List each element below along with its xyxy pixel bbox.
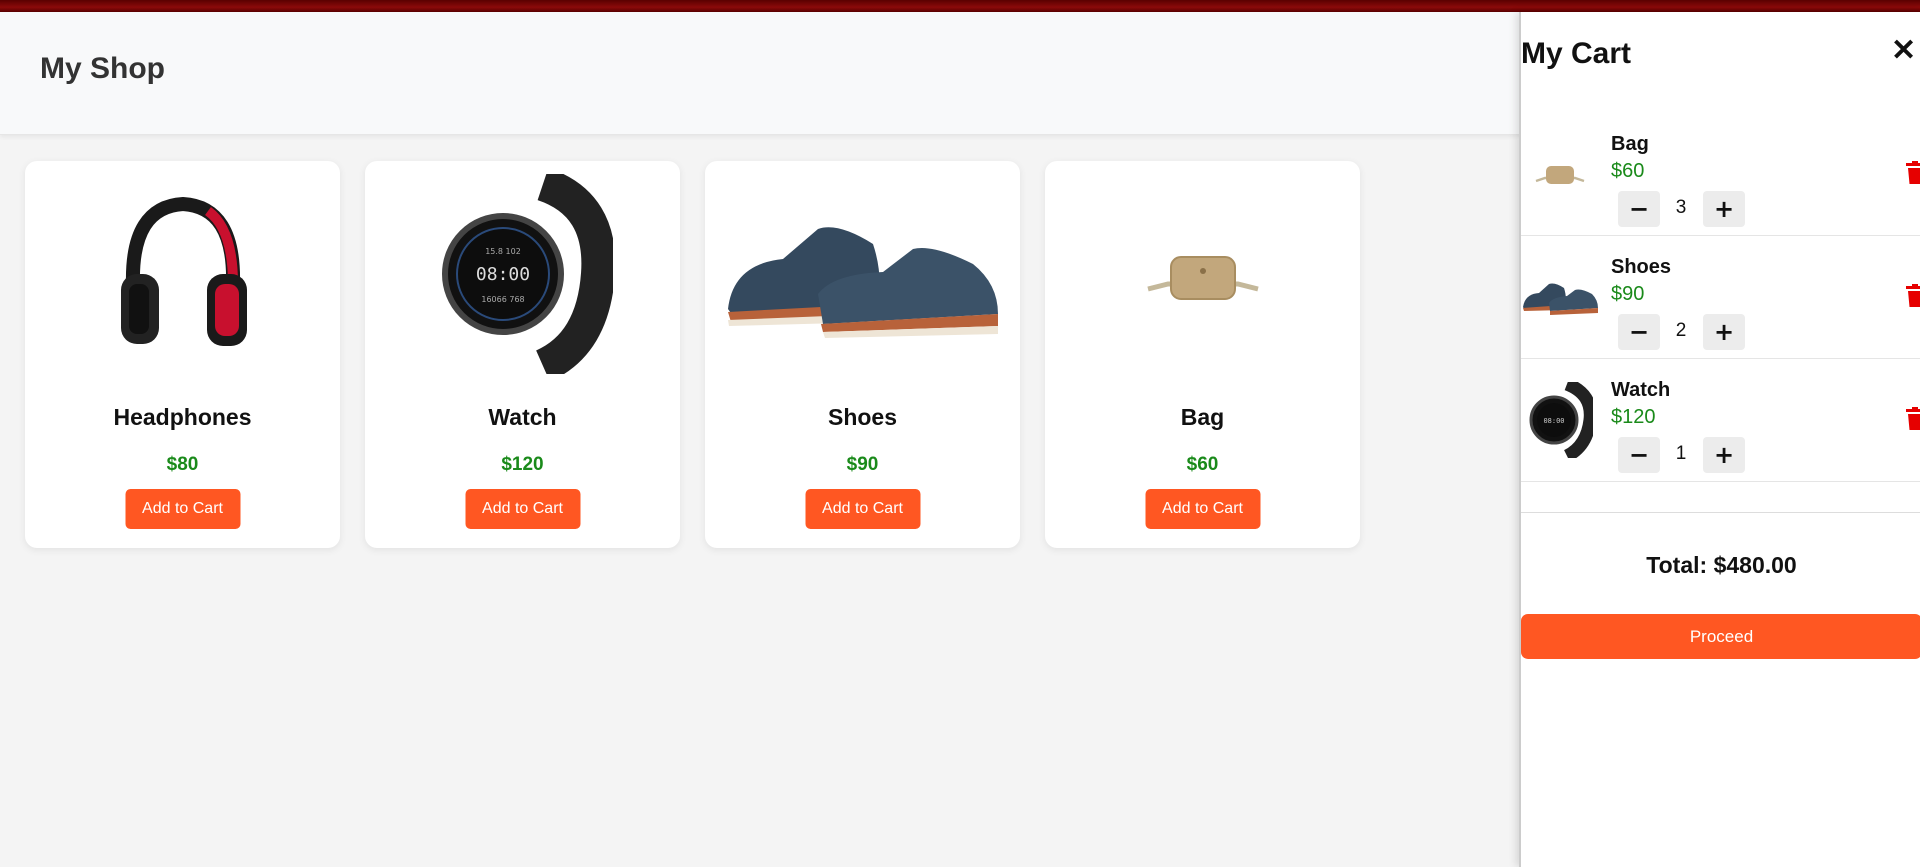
product-card-bag: Bag $60 Add to Cart [1045, 161, 1360, 548]
increase-quantity-button[interactable]: + [1703, 437, 1745, 473]
product-name: Watch [488, 404, 557, 430]
decrease-quantity-button[interactable]: − [1618, 437, 1660, 473]
proceed-button[interactable]: Proceed [1521, 614, 1920, 659]
cart-total: Total: $480.00 [1646, 552, 1797, 578]
shop-title: My Shop [40, 52, 165, 85]
cart-item: Bag $60 − 3 + [1521, 113, 1920, 236]
increase-quantity-button[interactable]: + [1703, 314, 1745, 350]
trash-icon[interactable] [1905, 284, 1920, 308]
cart-item-name: Watch [1611, 379, 1671, 401]
product-price: $120 [501, 454, 544, 475]
top-bar [0, 0, 1920, 12]
svg-text:08:00: 08:00 [475, 264, 529, 285]
cart-item: 08:00 Watch $120 − 1 + [1521, 359, 1920, 482]
cart-item-quantity: 1 [1675, 443, 1687, 464]
product-price: $60 [1186, 454, 1219, 475]
cart-title: My Cart [1521, 37, 1632, 70]
product-price: $90 [846, 454, 879, 475]
svg-text:08:00: 08:00 [1543, 417, 1564, 425]
product-name: Bag [1180, 404, 1225, 430]
cart-item-price: $90 [1611, 283, 1645, 305]
cart-item: Shoes $90 − 2 + [1521, 236, 1920, 359]
add-to-cart-button[interactable]: Add to Cart [1145, 489, 1260, 529]
product-name: Shoes [827, 404, 898, 430]
product-name: Headphones [113, 404, 252, 430]
trash-icon[interactable] [1905, 161, 1920, 185]
close-icon[interactable]: ✕ [1891, 36, 1916, 66]
cart-item-price: $120 [1611, 406, 1656, 428]
add-to-cart-button[interactable]: Add to Cart [465, 489, 580, 529]
shoes-thumbnail [1521, 258, 1599, 336]
cart-panel: My Cart ✕ Bag $60 − 3 + Shoes $90 − 2 + … [1519, 12, 1920, 867]
product-price: $80 [166, 454, 199, 475]
headphones-image [25, 181, 340, 366]
bag-image [1045, 181, 1360, 366]
cart-item-name: Shoes [1611, 256, 1672, 278]
shoes-image [705, 181, 1020, 366]
bag-thumbnail [1521, 135, 1599, 213]
cart-item-price: $60 [1611, 160, 1645, 182]
increase-quantity-button[interactable]: + [1703, 191, 1745, 227]
cart-divider [1521, 512, 1920, 513]
cart-item-name: Bag [1611, 133, 1649, 155]
decrease-quantity-button[interactable]: − [1618, 314, 1660, 350]
svg-text:15.8 102: 15.8 102 [485, 247, 521, 256]
product-card-headphones: Headphones $80 Add to Cart [25, 161, 340, 548]
product-card-shoes: Shoes $90 Add to Cart [705, 161, 1020, 548]
cart-item-quantity: 2 [1675, 320, 1687, 341]
watch-image: 08:00 15.8 102 16066 768 [365, 173, 680, 374]
add-to-cart-button[interactable]: Add to Cart [125, 489, 240, 529]
product-grid: Headphones $80 Add to Cart 08:00 15.8 10… [25, 161, 1360, 548]
svg-text:16066 768: 16066 768 [481, 295, 524, 304]
decrease-quantity-button[interactable]: − [1618, 191, 1660, 227]
watch-thumbnail: 08:00 [1521, 381, 1599, 459]
product-card-watch: 08:00 15.8 102 16066 768 Watch $120 Add … [365, 161, 680, 548]
trash-icon[interactable] [1905, 407, 1920, 431]
cart-item-quantity: 3 [1675, 197, 1687, 218]
add-to-cart-button[interactable]: Add to Cart [805, 489, 920, 529]
